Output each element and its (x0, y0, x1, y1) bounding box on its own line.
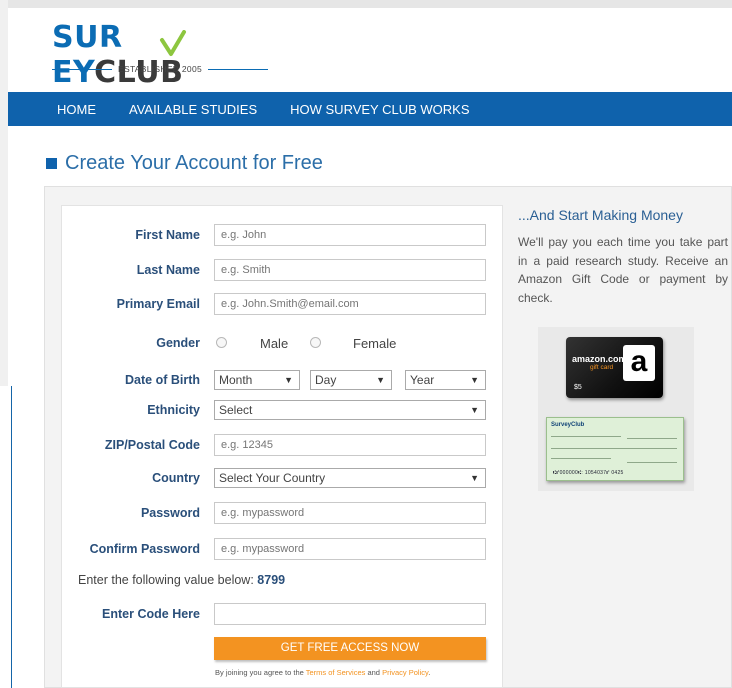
row-code: Enter Code Here (0, 601, 486, 627)
tagline-text: ESTABLISHED 2005 (118, 64, 203, 74)
row-dob: Date of Birth Month ▼ Day ▼ Year ▼ (0, 367, 486, 393)
sidebar-text: We'll pay you each time you take part in… (518, 235, 728, 305)
nav-home[interactable]: HOME (57, 102, 96, 117)
paper-check: SurveyClub ⑆⑈000000⑆: 1054037⑈ 0425 (546, 417, 684, 481)
gender-male-label: Male (260, 336, 289, 351)
rewards-image: amazon.com gift card $5 a SurveyClub ⑆⑈0… (538, 327, 694, 491)
terms-link[interactable]: Terms of Services (306, 668, 366, 677)
last-name-label: Last Name (136, 263, 200, 277)
tagline-line-right (208, 68, 269, 70)
sidebar-title: ...And Start Making Money (518, 207, 683, 223)
nav-how-it-works[interactable]: HOW SURVEY CLUB WORKS (290, 102, 469, 117)
check-micr-line: ⑆⑈000000⑆: 1054037⑈ 0425 (553, 470, 624, 476)
check-line (627, 462, 677, 463)
amazon-brand-text: amazon.com (572, 354, 627, 364)
check-line (551, 458, 611, 459)
first-name-input[interactable] (214, 224, 486, 246)
terms-text: By joining you agree to the Terms of Ser… (215, 668, 430, 677)
row-email: Primary Email (0, 291, 486, 317)
logo-text-part1: SUR (52, 20, 123, 55)
gender-male-radio[interactable] (216, 337, 227, 348)
page-title: Create Your Account for Free (65, 152, 323, 174)
dropdown-arrow-icon: ▼ (376, 375, 385, 385)
ethnicity-label: Ethnicity (147, 403, 200, 417)
email-input[interactable] (214, 293, 486, 315)
ethnicity-select[interactable]: Select ▼ (214, 400, 486, 420)
amazon-gift-card-text: gift card (590, 364, 614, 371)
dob-label: Date of Birth (125, 373, 200, 387)
dropdown-arrow-icon: ▼ (284, 375, 293, 385)
terms-prefix: By joining you agree to the (215, 668, 304, 677)
nav-available-studies[interactable]: AVAILABLE STUDIES (129, 102, 257, 117)
tagline-line-left (52, 68, 112, 70)
captcha-prompt-text: Enter the following value below: (78, 573, 254, 587)
row-last-name: Last Name (0, 257, 486, 283)
dob-month-select[interactable]: Month ▼ (214, 370, 300, 390)
amazon-gift-card: amazon.com gift card $5 a (566, 337, 663, 398)
check-line (551, 448, 677, 449)
gender-label: Gender (156, 336, 200, 350)
privacy-link[interactable]: Privacy Policy (382, 668, 428, 677)
dob-month-value: Month (219, 373, 253, 387)
first-name-label: First Name (135, 228, 200, 242)
surveyclub-logo[interactable]: SUREYCLUB ESTABLISHED 2005 (52, 20, 272, 90)
heading-square-icon (46, 158, 57, 169)
row-confirm-password: Confirm Password (0, 536, 486, 562)
dob-day-value: Day (315, 373, 337, 387)
zip-input[interactable] (214, 434, 486, 456)
dob-day-select[interactable]: Day ▼ (310, 370, 392, 390)
country-select[interactable]: Select Your Country ▼ (214, 468, 486, 488)
confirm-password-input[interactable] (214, 538, 486, 560)
gender-female-label: Female (353, 336, 397, 351)
dropdown-arrow-icon: ▼ (470, 405, 479, 415)
code-input[interactable] (214, 603, 486, 625)
terms-and: and (367, 668, 380, 677)
logo-tagline: ESTABLISHED 2005 (52, 62, 269, 76)
check-line (627, 438, 677, 439)
dob-year-select[interactable]: Year ▼ (405, 370, 486, 390)
page-heading: Create Your Account for Free (46, 152, 323, 175)
zip-label: ZIP/Postal Code (104, 438, 200, 452)
amazon-card-value: $5 (574, 384, 582, 391)
code-label: Enter Code Here (102, 607, 200, 621)
check-brand: SurveyClub (551, 422, 585, 428)
amazon-a-logo-icon: a (623, 345, 655, 381)
captcha-prompt: Enter the following value below: 8799 (78, 573, 285, 587)
last-name-input[interactable] (214, 259, 486, 281)
get-free-access-button[interactable]: GET FREE ACCESS NOW (214, 637, 486, 660)
ethnicity-value: Select (219, 403, 253, 417)
row-password: Password (0, 500, 486, 526)
row-zip: ZIP/Postal Code (0, 432, 486, 458)
dropdown-arrow-icon: ▼ (470, 473, 479, 483)
password-label: Password (140, 506, 200, 520)
confirm-password-label: Confirm Password (89, 542, 200, 556)
country-label: Country (152, 471, 200, 485)
dob-year-value: Year (410, 373, 435, 387)
row-first-name: First Name (0, 222, 486, 248)
row-country: Country Select Your Country ▼ (0, 465, 486, 491)
main-nav: HOME AVAILABLE STUDIES HOW SURVEY CLUB W… (8, 92, 732, 126)
checkmark-icon (160, 30, 186, 56)
email-label: Primary Email (116, 297, 200, 311)
password-input[interactable] (214, 502, 486, 524)
row-gender: Gender Male Female (0, 330, 480, 356)
country-value: Select Your Country (219, 471, 326, 485)
row-ethnicity: Ethnicity Select ▼ (0, 397, 486, 423)
gender-female-radio[interactable] (310, 337, 321, 348)
captcha-code: 8799 (257, 573, 286, 587)
dropdown-arrow-icon: ▼ (470, 375, 479, 385)
check-line (551, 436, 621, 437)
terms-end: . (428, 668, 431, 677)
